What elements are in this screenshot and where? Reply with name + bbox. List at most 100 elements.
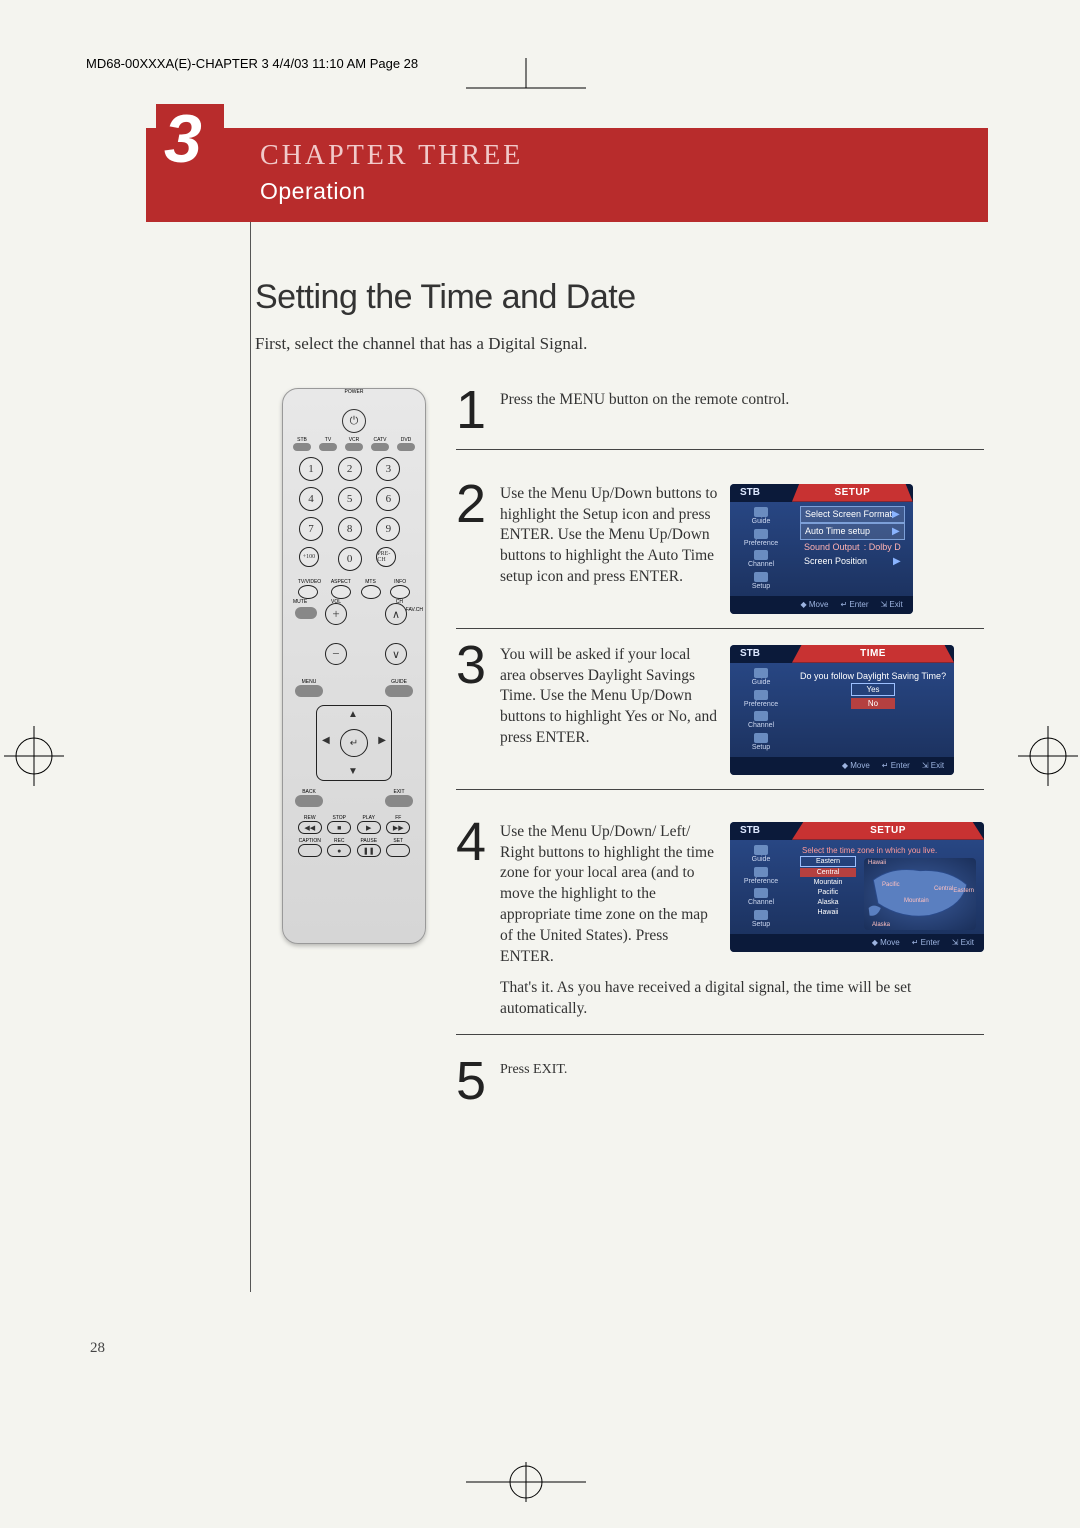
num-3: 3 bbox=[376, 457, 400, 481]
osd-dst-yes: Yes bbox=[851, 683, 895, 696]
osd-side-pref-2: Preference bbox=[730, 690, 792, 708]
steps-column: 1 Press the MENU button on the remote co… bbox=[456, 374, 984, 1119]
chapter-banner: 3 CHAPTER THREE Operation bbox=[146, 128, 988, 222]
osd-side-setup: Setup bbox=[730, 572, 792, 590]
pause-label: PAUSE bbox=[357, 838, 381, 844]
num-1: 1 bbox=[299, 457, 323, 481]
device-row: STB TV VCR CATV DVD bbox=[283, 437, 425, 451]
osd-side-pref-3: Preference bbox=[730, 867, 792, 885]
tz-pacific: Pacific bbox=[800, 888, 856, 897]
osd-us-map: Hawaii Pacific Mountain Central Eastern … bbox=[864, 858, 976, 930]
osd-foot-exit: ⇲ Exit bbox=[880, 600, 902, 609]
osd-foot-move-2: ◆ Move bbox=[842, 761, 870, 770]
osd-stb: STB bbox=[730, 484, 792, 502]
step-1-text: Press the MENU button on the remote cont… bbox=[500, 386, 984, 435]
step-3: 3 You will be asked if your local area o… bbox=[456, 629, 984, 790]
tz-eastern: Eastern bbox=[800, 856, 856, 867]
num-4: 4 bbox=[299, 487, 323, 511]
step-3-num: 3 bbox=[456, 641, 500, 775]
step-1: 1 Press the MENU button on the remote co… bbox=[456, 374, 984, 450]
osd-side-setup-2: Setup bbox=[730, 733, 792, 751]
osd-foot-move: ◆ Move bbox=[801, 600, 829, 609]
map-eastern: Eastern bbox=[953, 888, 974, 894]
stop-label: STOP bbox=[327, 815, 351, 821]
step-3-text: You will be asked if your local area obs… bbox=[500, 641, 718, 775]
tz-central: Central bbox=[800, 868, 856, 877]
osd-stb-2: STB bbox=[730, 645, 792, 663]
step-1-num: 1 bbox=[456, 386, 500, 435]
osd-title-setup-2: SETUP bbox=[792, 822, 984, 840]
osd-side-channel-2: Channel bbox=[730, 711, 792, 729]
step-5: 5 Press EXIT. bbox=[456, 1035, 984, 1120]
map-mountain: Mountain bbox=[904, 898, 929, 904]
osd-side-guide-3: Guide bbox=[730, 845, 792, 863]
vol-down: − bbox=[325, 643, 347, 665]
numpad: 1 2 3 4 5 6 7 8 9 +100 0 PRE-CH bbox=[283, 451, 425, 577]
guide-button bbox=[385, 685, 413, 697]
below-num-row: TV/VIDEO ASPECT MTS INFO bbox=[283, 579, 425, 599]
dpad: ↵ ▲ ▼ ◀ ▶ bbox=[316, 705, 392, 781]
caption-label: CAPTION bbox=[298, 838, 322, 844]
num-0: 0 bbox=[338, 547, 362, 571]
remote-control: POWER ⏻ STB TV VCR CATV DVD 1 2 3 4 5 6 … bbox=[282, 388, 426, 944]
mute-label: MUTE bbox=[293, 599, 307, 605]
osd-stb-3: STB bbox=[730, 822, 792, 840]
osd-foot-move-3: ◆ Move bbox=[872, 938, 900, 947]
osd-row-screen-format: Select Screen Format▶ bbox=[800, 506, 905, 523]
osd-title-setup: SETUP bbox=[792, 484, 913, 502]
step-4: 4 Use the Menu Up/Down/ Left/ Right butt… bbox=[456, 790, 984, 1035]
num-6: 6 bbox=[376, 487, 400, 511]
vol-label: VOL bbox=[331, 599, 341, 605]
step-4-num: 4 bbox=[456, 818, 500, 1020]
tvvideo-label: TV/VIDEO bbox=[298, 579, 321, 585]
num-7: 7 bbox=[299, 517, 323, 541]
osd-foot-enter: ↵ Enter bbox=[840, 600, 868, 609]
step-2-num: 2 bbox=[456, 480, 500, 614]
osd-tz-panel: STB SETUP Guide Preference Channel Setup… bbox=[730, 822, 984, 952]
set-label: SET bbox=[386, 838, 410, 844]
num-8: 8 bbox=[338, 517, 362, 541]
prech: PRE-CH bbox=[376, 547, 396, 567]
osd-time-panel: STB TIME Guide Preference Channel Setup … bbox=[730, 645, 954, 775]
menu-button bbox=[295, 685, 323, 697]
rew-label: REW bbox=[298, 815, 322, 821]
step-4-text-b: That's it. As you have received a digita… bbox=[500, 974, 984, 1020]
map-pacific: Pacific bbox=[882, 882, 900, 888]
step-2-text: Use the Menu Up/Down buttons to highligh… bbox=[500, 480, 718, 614]
osd-side-channel-3: Channel bbox=[730, 888, 792, 906]
osd-dst-no: No bbox=[851, 698, 895, 709]
vol-ch-group: MUTE + − ∧ ∨ VOL CH FAV.CH bbox=[283, 599, 425, 679]
num-5: 5 bbox=[338, 487, 362, 511]
mute-button bbox=[295, 607, 317, 619]
map-alaska: Alaska bbox=[872, 922, 890, 928]
step-4-text-a: Use the Menu Up/Down/ Left/ Right button… bbox=[500, 818, 718, 968]
osd-setup-panel: STB SETUP Guide Preference Channel Setup… bbox=[730, 484, 913, 614]
chapter-number: 3 bbox=[164, 100, 202, 178]
osd-foot-enter-2: ↵ Enter bbox=[882, 761, 910, 770]
osd-side-channel: Channel bbox=[730, 550, 792, 568]
step-5-text: Press EXIT. bbox=[500, 1057, 984, 1106]
osd-foot-enter-3: ↵ Enter bbox=[912, 938, 940, 947]
ff-label: FF bbox=[386, 815, 410, 821]
tz-mountain: Mountain bbox=[800, 878, 856, 887]
play-label: PLAY bbox=[357, 815, 381, 821]
ch-down: ∨ bbox=[385, 643, 407, 665]
osd-foot-exit-2: ⇲ Exit bbox=[922, 761, 944, 770]
intro-text: First, select the channel that has a Dig… bbox=[255, 334, 587, 354]
osd-side-guide: Guide bbox=[730, 507, 792, 525]
ch-label: CH bbox=[396, 599, 403, 605]
power-button: ⏻ bbox=[342, 409, 366, 433]
osd-dst-question: Do you follow Daylight Saving Time? bbox=[800, 667, 946, 681]
back-button bbox=[295, 795, 323, 807]
osd-side-pref: Preference bbox=[730, 529, 792, 547]
device-catv: CATV bbox=[371, 437, 389, 443]
chapter-subtitle: Operation bbox=[260, 178, 366, 205]
section-title: Setting the Time and Date bbox=[255, 278, 636, 317]
osd-side-guide-2: Guide bbox=[730, 668, 792, 686]
osd-foot-exit-3: ⇲ Exit bbox=[952, 938, 974, 947]
tz-alaska: Alaska bbox=[800, 898, 856, 907]
num-2: 2 bbox=[338, 457, 362, 481]
info-label: INFO bbox=[390, 579, 410, 585]
divider-vertical bbox=[250, 222, 251, 1292]
step-2: 2 Use the Menu Up/Down buttons to highli… bbox=[456, 450, 984, 629]
